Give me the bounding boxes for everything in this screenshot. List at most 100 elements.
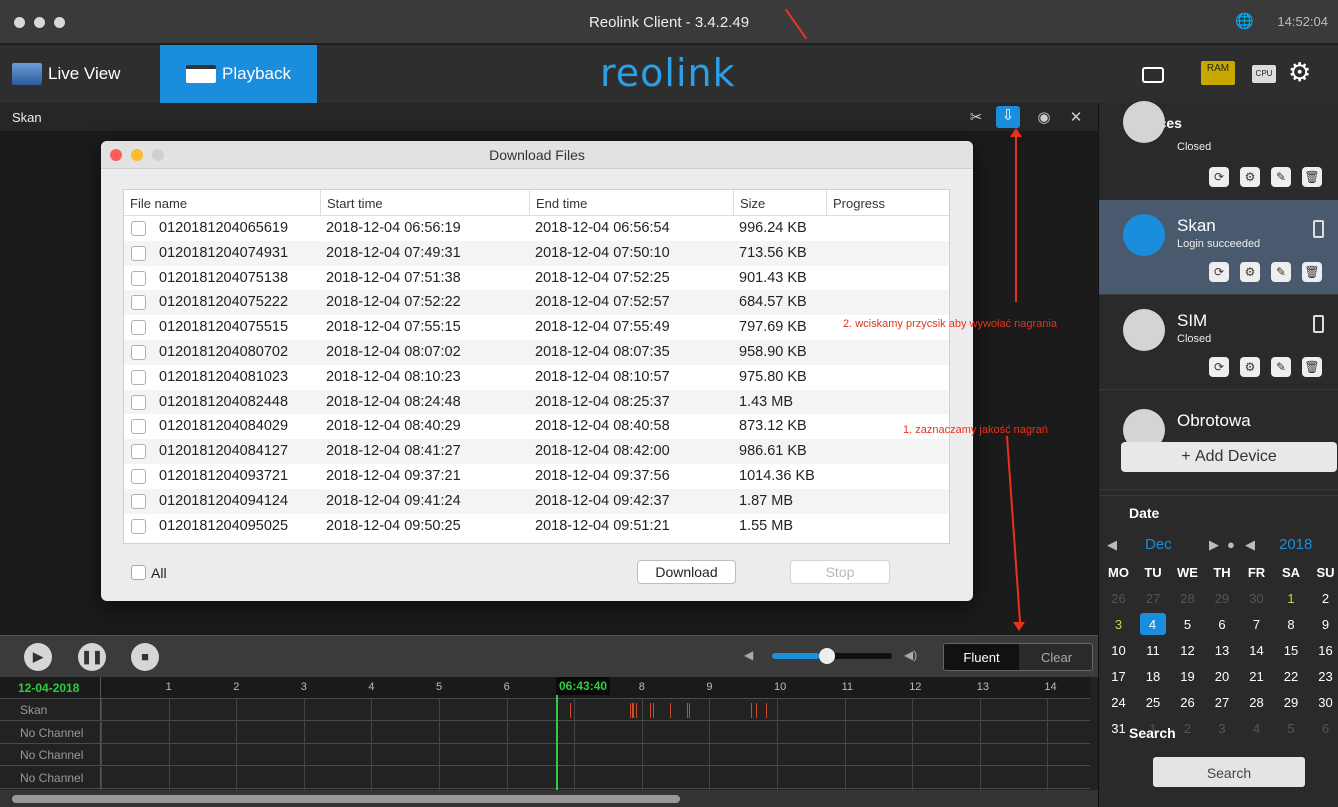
calendar-day[interactable]: 23 (1308, 669, 1338, 684)
table-row[interactable]: 0120181204095025 2018-12-04 09:50:25 2018-… (124, 514, 949, 539)
calendar-day[interactable]: 7 (1239, 617, 1274, 632)
ram-icon[interactable]: RAM (1201, 61, 1235, 85)
calendar-day[interactable]: 15 (1274, 643, 1309, 658)
fluent-option[interactable]: Fluent (944, 644, 1019, 670)
calendar-day[interactable]: 14 (1239, 643, 1274, 658)
edit-icon[interactable]: ✎ (1271, 167, 1291, 187)
timeline-channel-row[interactable]: Skan (0, 699, 1090, 721)
calendar-day[interactable]: 10 (1101, 643, 1136, 658)
select-all-checkbox[interactable] (131, 565, 146, 580)
pause-button[interactable]: ❚❚ (78, 643, 106, 671)
recording-mark[interactable] (570, 703, 572, 718)
playback-button[interactable]: Playback (160, 45, 317, 103)
globe-icon[interactable]: 🌐 (1235, 12, 1254, 30)
calendar-day[interactable]: 9 (1308, 617, 1338, 632)
calendar-day[interactable]: 11 (1136, 643, 1171, 658)
settings-icon[interactable]: ⚙ (1240, 262, 1260, 282)
download-button[interactable]: Download (637, 560, 736, 584)
table-row[interactable]: 0120181204075222 2018-12-04 07:52:22 2018-… (124, 290, 949, 316)
calendar-day[interactable]: 27 (1205, 695, 1240, 710)
calendar-day[interactable]: 6 (1308, 721, 1338, 736)
table-row[interactable]: 0120181204084029 2018-12-04 08:40:29 2018-… (124, 414, 949, 439)
trash-icon[interactable]: 🗑 (1302, 357, 1322, 377)
calendar-day[interactable]: 20 (1205, 669, 1240, 684)
row-checkbox[interactable] (131, 518, 146, 534)
settings-icon[interactable]: ⚙ (1240, 167, 1260, 187)
close-icon[interactable]: ✕ (1066, 108, 1086, 126)
gear-icon[interactable]: ⚙ (1288, 57, 1311, 87)
recording-mark[interactable] (636, 703, 638, 718)
today-icon[interactable]: ● (1227, 537, 1235, 552)
refresh-icon[interactable]: ⟳ (1209, 167, 1229, 187)
calendar-day[interactable]: 17 (1101, 669, 1136, 684)
prev-year-icon[interactable]: ◀ (1245, 537, 1255, 553)
row-checkbox[interactable] (131, 320, 146, 336)
clear-option[interactable]: Clear (1019, 644, 1092, 670)
calendar-day[interactable]: 8 (1274, 617, 1309, 632)
column-header-progress[interactable]: Progress (827, 190, 949, 215)
row-checkbox[interactable] (131, 444, 146, 460)
add-device-button[interactable]: + Add Device (1121, 442, 1337, 472)
calendar-day[interactable]: 30 (1308, 695, 1338, 710)
table-row[interactable]: 0120181204075138 2018-12-04 07:51:38 2018-… (124, 266, 949, 291)
timeline-scrollbar[interactable] (0, 790, 1098, 807)
live-view-button[interactable]: Live View (12, 45, 152, 103)
row-checkbox[interactable] (131, 369, 146, 385)
calendar-day[interactable]: 28 (1239, 695, 1274, 710)
calendar-day[interactable]: 26 (1170, 695, 1205, 710)
calendar-day[interactable]: 1 (1274, 591, 1309, 606)
table-row[interactable]: 0120181204075515 2018-12-04 07:55:15 2018-… (124, 315, 949, 340)
table-row[interactable]: 0120181204080702 2018-12-04 08:07:02 2018-… (124, 339, 949, 365)
calendar-day[interactable]: 21 (1239, 669, 1274, 684)
timeline-channel-row[interactable]: No Channel (0, 721, 1090, 744)
table-row[interactable]: 0120181204094124 2018-12-04 09:41:24 2018-… (124, 488, 949, 514)
calendar-day[interactable]: 2 (1308, 591, 1338, 606)
scrollbar-thumb[interactable] (12, 795, 680, 803)
row-checkbox[interactable] (131, 295, 146, 311)
row-checkbox[interactable] (131, 394, 146, 410)
volume-icon[interactable]: ◀) (904, 648, 917, 662)
stop-playback-button[interactable]: ■ (131, 643, 159, 671)
prev-month-icon[interactable]: ◀ (1107, 537, 1117, 553)
calendar-day[interactable]: 28 (1170, 591, 1205, 606)
column-header-end-time[interactable]: End time (530, 190, 734, 215)
recording-mark[interactable] (766, 703, 768, 718)
recording-mark[interactable] (649, 703, 651, 718)
recording-mark[interactable] (688, 703, 690, 718)
row-checkbox[interactable] (131, 344, 146, 360)
calendar-day[interactable]: 4 (1239, 721, 1274, 736)
row-checkbox[interactable] (131, 419, 146, 435)
play-button[interactable]: ▶ (24, 643, 52, 671)
column-header-size[interactable]: Size (734, 190, 827, 215)
row-checkbox[interactable] (131, 245, 146, 261)
timeline-channel-row[interactable]: No Channel (0, 744, 1090, 766)
calendar-day[interactable]: 30 (1239, 591, 1274, 606)
edit-icon[interactable]: ✎ (1271, 262, 1291, 282)
timeline-channel-row[interactable]: No Channel (0, 766, 1090, 789)
calendar-day[interactable]: 26 (1101, 591, 1136, 606)
row-checkbox[interactable] (131, 493, 146, 509)
calendar-day[interactable]: 25 (1136, 695, 1171, 710)
download-icon[interactable]: ⇩ (996, 106, 1020, 128)
device-item[interactable]: SIM Closed ⟳ ⚙ ✎ 🗑 (1099, 295, 1338, 390)
recording-mark[interactable] (633, 703, 635, 718)
calendar-day[interactable]: 3 (1205, 721, 1240, 736)
volume-knob[interactable] (819, 648, 835, 664)
clip-icon[interactable]: ✂ (966, 108, 986, 126)
search-button[interactable]: Search (1153, 757, 1305, 787)
drive-icon[interactable] (1142, 67, 1164, 83)
edit-icon[interactable]: ✎ (1271, 357, 1291, 377)
column-header-start-time[interactable]: Start time (321, 190, 530, 215)
calendar-day[interactable]: 4 (1139, 613, 1166, 635)
calendar-day[interactable]: 24 (1101, 695, 1136, 710)
table-row[interactable]: 0120181204082448 2018-12-04 08:24:48 2018-… (124, 389, 949, 415)
refresh-icon[interactable]: ⟳ (1209, 357, 1229, 377)
recording-mark[interactable] (629, 703, 631, 718)
table-row[interactable]: 0120181204074931 2018-12-04 07:49:31 2018-… (124, 240, 949, 266)
recording-mark[interactable] (756, 703, 758, 718)
row-checkbox[interactable] (131, 468, 146, 484)
calendar-day[interactable]: 12 (1170, 643, 1205, 658)
table-row[interactable]: 0120181204093721 2018-12-04 09:37:21 2018-… (124, 464, 949, 489)
recording-mark[interactable] (653, 703, 655, 718)
settings-icon[interactable]: ⚙ (1240, 357, 1260, 377)
